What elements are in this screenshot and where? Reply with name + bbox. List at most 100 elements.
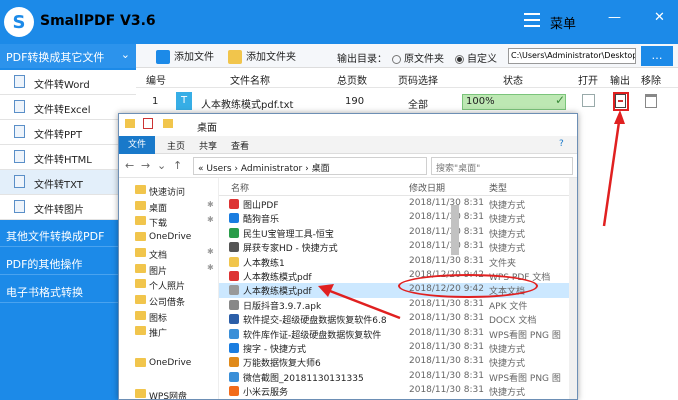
folder-icon [135,185,146,194]
file-type: 快捷方式 [489,345,526,355]
progress-bar: 100% [462,94,566,110]
navigation-pane: 快速访问 桌面 ✱ 下载 ✱ OneDrive 文档 ✱ 图片 ✱ 个人照片 公司借条 图标 推广 OneD… [119,178,219,399]
checkbox-icon [143,118,153,129]
file-type: WPS看图 PNG 图 [489,330,561,341]
sidebar-item-image[interactable]: 文件转图片 [0,195,136,220]
nav-item[interactable]: 图片 ✱ [119,261,219,278]
tab-share[interactable]: 共享 [199,139,217,152]
annotation-ellipse [398,274,538,298]
forward-arrow-icon[interactable]: → [141,159,150,172]
nav-item[interactable]: 个人照片 [119,276,219,293]
nav-item[interactable]: 推广 [119,323,219,340]
check-icon: ✓ [555,93,566,107]
nav-item-label: 个人照片 [149,282,186,293]
nav-item[interactable]: 图标 [119,308,219,325]
sidebar-item-word[interactable]: 文件转Word [0,70,136,95]
file-row[interactable]: 日版抖音3.9.7.apk 2018/11/30 8:31 APK 文件 [219,298,569,312]
up-arrow-icon[interactable]: ↑ [173,159,182,172]
scrollbar-thumb[interactable] [451,205,459,255]
sidebar-category-ebook-convert[interactable]: 电子书格式转换 [0,278,136,303]
nav-item[interactable] [119,339,219,356]
file-icon [229,227,239,238]
sidebar-category-pdf-operations[interactable]: PDF的其他操作 [0,250,136,275]
nav-item[interactable]: 公司借条 [119,292,219,309]
row-filename: 人本教练模式pdf.txt [201,100,294,111]
file-icon [229,328,239,339]
help-icon[interactable]: ? [559,139,564,149]
menu-button[interactable]: 菜单 [550,13,576,32]
folder-icon [135,232,146,242]
output-label: 输出目录： [337,54,387,65]
nav-item-label: OneDrive [149,357,192,368]
file-row[interactable]: 屏获专家HD - 快捷方式 2018/11/30 8:31 快捷方式 [219,240,569,254]
file-row[interactable]: 软件库作证-超级硬盘数据恢复软件 2018/11/30 8:31 WPS看图 PNG… [219,327,569,341]
radio-custom-folder[interactable]: 自定义 [455,50,497,65]
file-row[interactable]: 万能数据恢复大师6 2018/11/30 8:31 快捷方式 [219,355,569,369]
nav-item[interactable]: 桌面 ✱ [119,198,219,215]
folder-icon [135,279,146,289]
back-arrow-icon[interactable]: ← [125,159,134,172]
file-icon [229,314,239,325]
file-row[interactable]: 微信截图_20181130131335 2018/11/30 8:31 WPS看图 … [219,370,569,384]
nav-item[interactable]: OneDrive [119,229,219,246]
file-row[interactable]: 人本教练1 2018/11/30 8:31 文件夹 [219,255,569,269]
nav-item[interactable]: 快速访问 [119,182,219,199]
minimize-button[interactable]: — [608,10,621,25]
nav-item[interactable] [119,370,219,387]
nav-item-label: 推广 [149,329,168,340]
nav-item-label: 图片 [149,266,168,277]
sidebar-item-txt[interactable]: 文件转TXT [0,170,136,195]
col-type[interactable]: 类型 [489,181,507,194]
file-row[interactable]: 酷狗音乐 2018/11/30 8:31 快捷方式 [219,211,569,225]
browse-folder-button[interactable]: … [641,46,673,66]
address-input[interactable]: « Users › Administrator › 桌面 [193,157,427,175]
sidebar-item-html[interactable]: 文件转HTML [0,145,136,170]
file-row[interactable]: 民生U宝管理工具-恒宝 2018/11/30 8:31 快捷方式 [219,226,569,240]
nav-item[interactable]: OneDrive [119,355,219,372]
file-name: 屏获专家HD - 快捷方式 [243,244,338,255]
close-button[interactable]: ✕ [654,10,665,25]
col-name[interactable]: 名称 [231,181,249,194]
sidebar-item-label: 文件转TXT [34,180,83,191]
sidebar-section-pdf-to-other[interactable]: PDF转换成其它文件 ⌄ [0,44,136,68]
annotation-arrow-up [602,114,622,227]
txt-file-icon: T [176,92,192,110]
nav-item[interactable]: WPS网盘 [119,386,219,399]
file-date: 2018/11/30 8:31 [409,241,484,252]
file-row[interactable]: 搜字 - 快捷方式 2018/11/30 8:31 快捷方式 [219,341,569,355]
open-file-icon[interactable] [582,94,595,107]
tab-home[interactable]: 主页 [167,139,185,152]
row-page-range[interactable]: 全部 [408,96,428,111]
chevron-down-icon[interactable]: ⌄ [157,159,166,172]
menu-icon[interactable] [524,13,540,27]
file-row[interactable]: 软件提交-超级硬盘数据恢复软件6.8 2018/11/30 8:31 DOCX 文档 [219,312,569,326]
sidebar-item-excel[interactable]: 文件转Excel [0,95,136,120]
tab-file[interactable]: 文件 [119,136,155,154]
sidebar-item-label: 文件转PPT [34,130,83,141]
trash-icon[interactable] [645,94,657,108]
col-filename: 文件名称 [230,76,270,87]
output-path-field[interactable]: C:\Users\Administrator\Desktop [508,48,636,64]
file-row[interactable]: 图山PDF 2018/11/30 8:31 快捷方式 [219,197,569,211]
search-input[interactable]: 搜索"桌面" [431,157,573,175]
nav-item-label: OneDrive [149,232,192,243]
radio-original-folder[interactable]: 原文件夹 [392,50,444,65]
file-icon [229,271,239,281]
file-row[interactable]: 小米云服务 2018/11/30 8:31 快捷方式 [219,384,569,398]
pin-icon: ✱ [207,199,214,209]
nav-item[interactable]: 下载 ✱ [119,213,219,230]
add-folder-button[interactable]: 添加文件夹 [228,48,296,64]
address-bar-row: ← → ⌄ ↑ « Users › Administrator › 桌面 搜索"… [119,154,577,178]
add-file-button[interactable]: 添加文件 [156,48,214,64]
pin-icon: ✱ [207,262,214,272]
file-name: 软件提交-超级硬盘数据恢复软件6.8 [243,316,387,327]
col-modified[interactable]: 修改日期 [409,181,445,194]
sidebar-category-other-to-pdf[interactable]: 其他文件转换成PDF [0,222,136,247]
nav-item-label: 下载 [149,219,168,230]
file-name: 人本教练模式pdf [243,287,312,298]
nav-item[interactable]: 文档 ✱ [119,245,219,262]
scrollbar[interactable] [569,178,577,399]
tab-view[interactable]: 查看 [231,139,249,152]
nav-item-label: 图标 [149,313,168,324]
sidebar-item-ppt[interactable]: 文件转PPT [0,120,136,145]
